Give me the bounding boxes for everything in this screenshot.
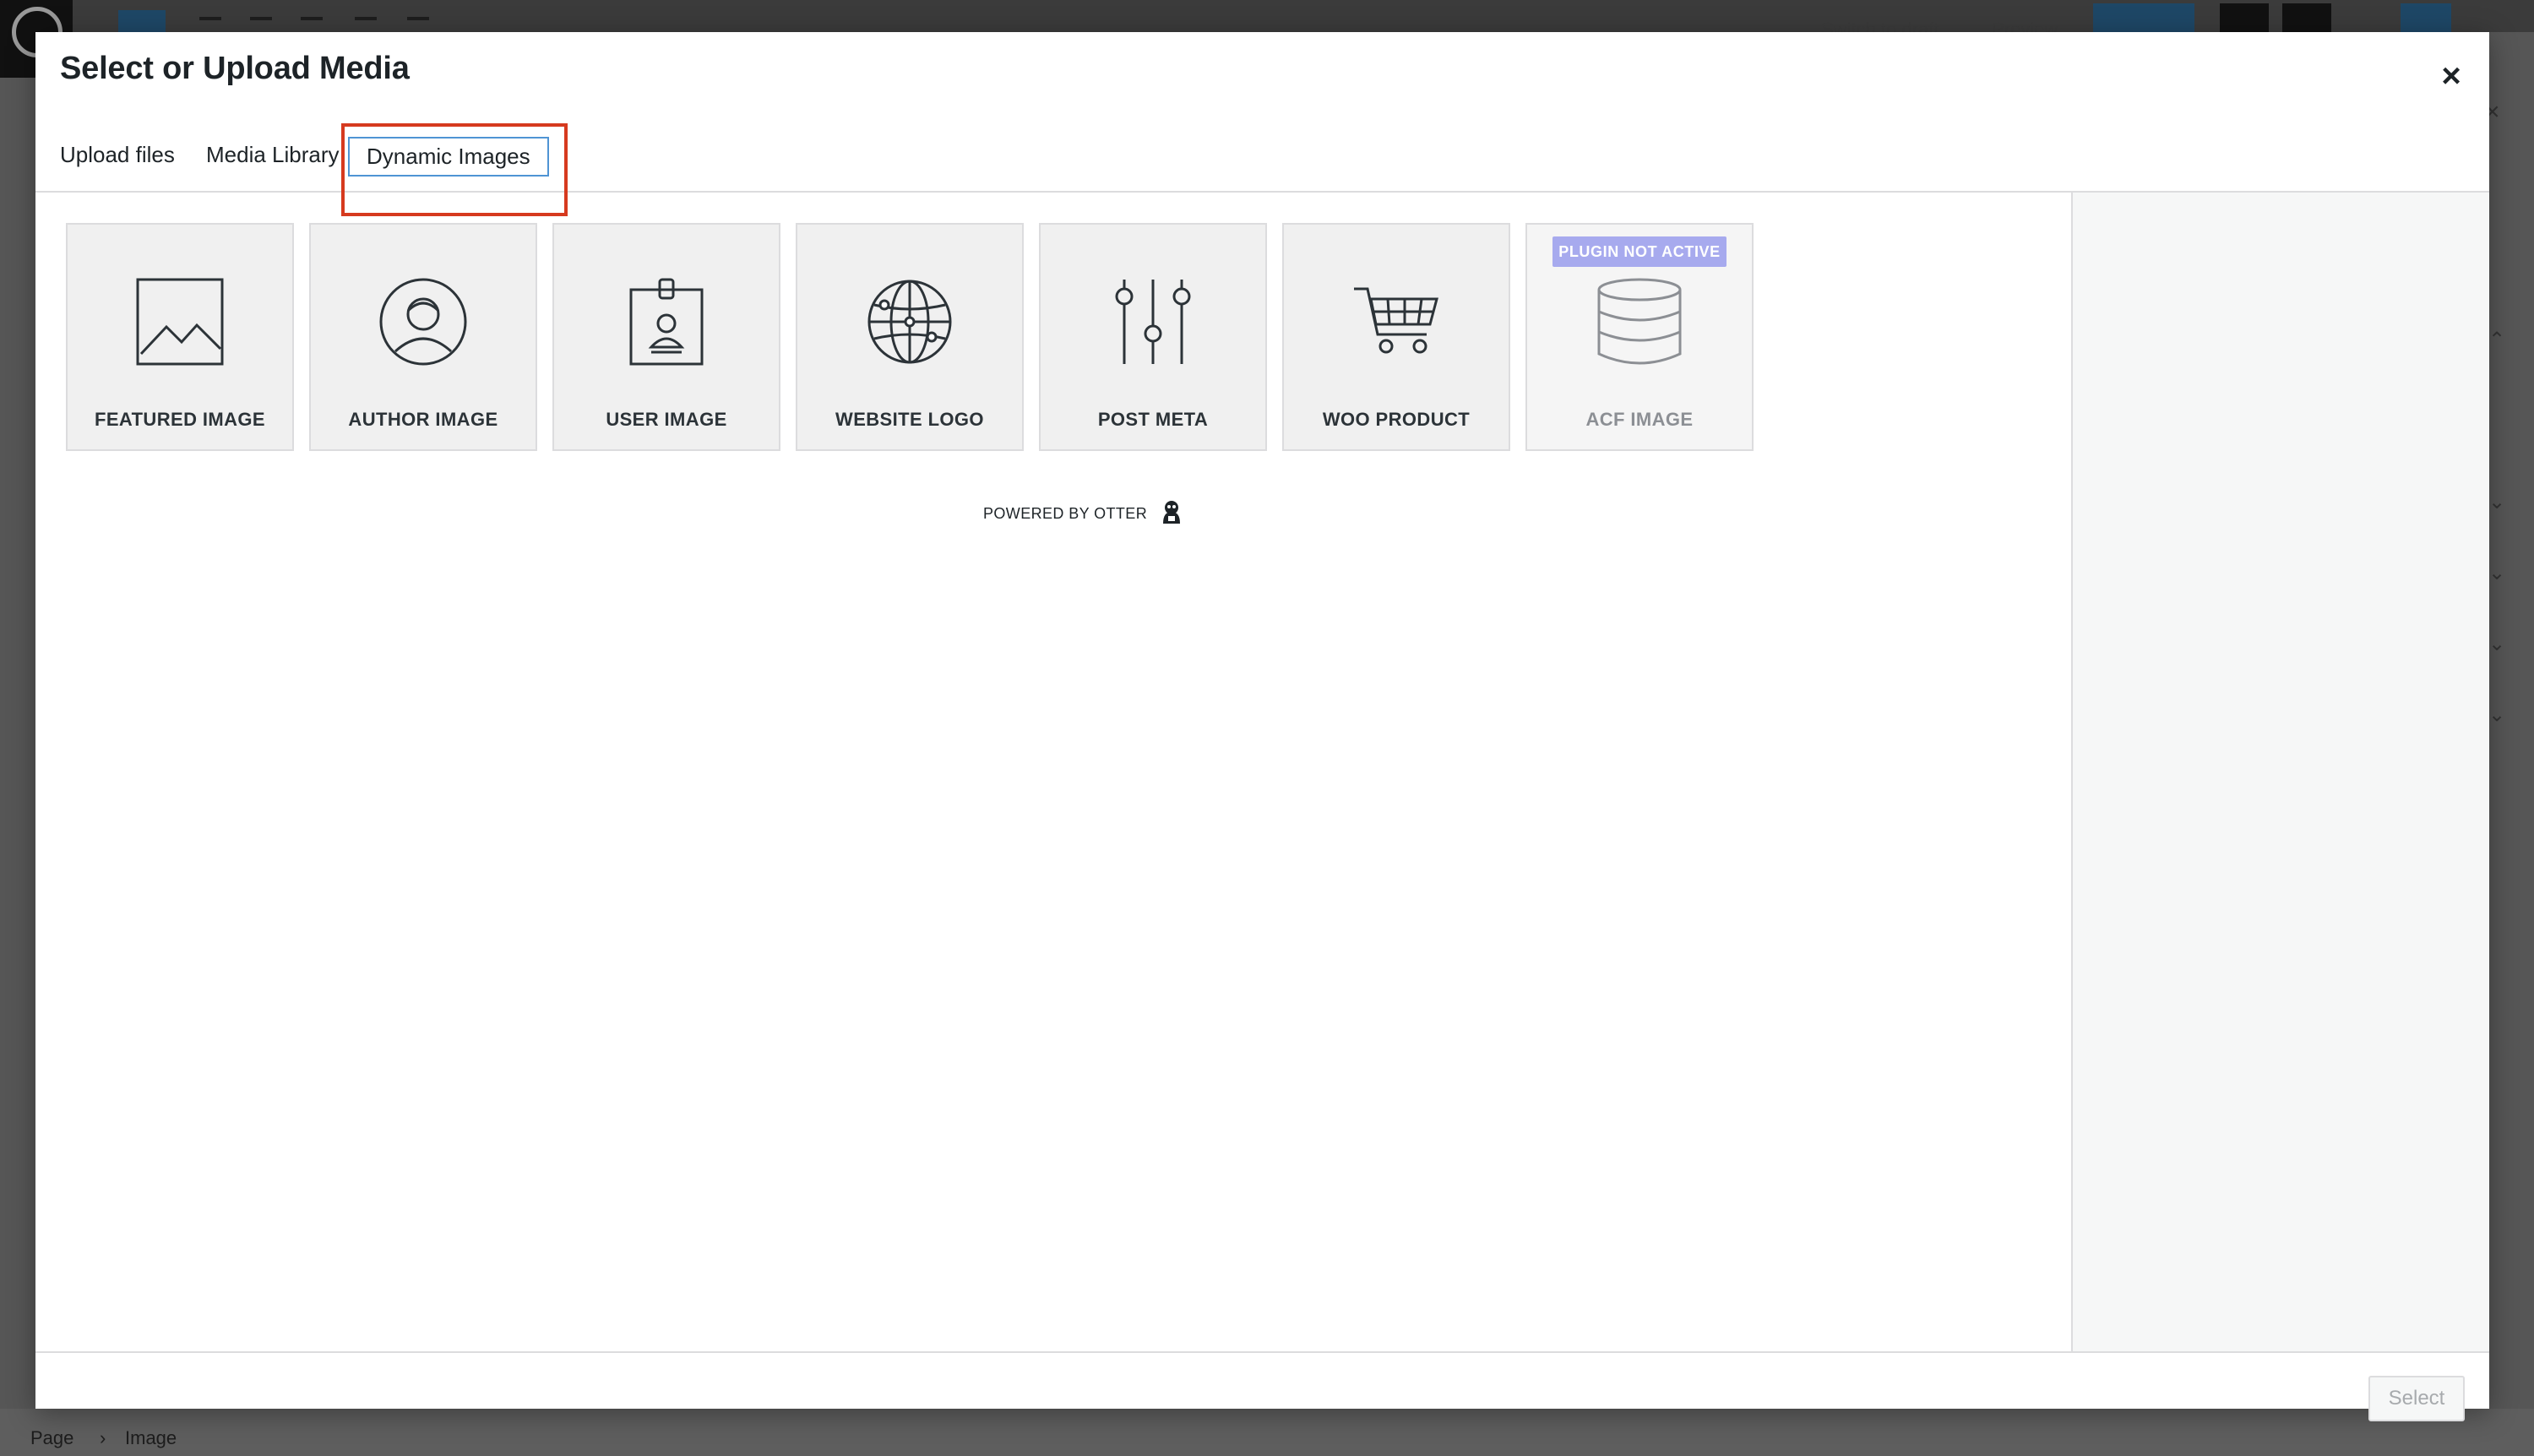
image-icon — [117, 267, 243, 377]
undo-icon[interactable] — [250, 17, 272, 30]
dynamic-image-grid: FEATURED IMAGE AUTHOR IMAGE USER IMAGE W… — [66, 223, 1754, 451]
sliders-icon — [1090, 267, 1216, 377]
chevron-down-icon[interactable]: ⌄ — [2488, 561, 2505, 585]
otter-logo-icon — [1161, 500, 1183, 528]
plugin-icon[interactable] — [2282, 3, 2331, 32]
powered-by-text: POWERED BY OTTER — [983, 505, 1148, 522]
card-author-image[interactable]: AUTHOR IMAGE — [309, 223, 537, 451]
breadcrumb-image[interactable]: Image — [125, 1427, 177, 1449]
card-post-meta[interactable]: POST META — [1039, 223, 1267, 451]
card-label: WEBSITE LOGO — [835, 409, 984, 430]
powered-by-otter: POWERED BY OTTER — [983, 500, 1183, 528]
globe-icon — [846, 267, 973, 377]
info-icon[interactable] — [355, 17, 377, 30]
redo-icon[interactable] — [301, 17, 323, 30]
card-label: ACF IMAGE — [1585, 409, 1694, 430]
list-view-icon[interactable] — [407, 17, 429, 30]
card-woo-product[interactable]: WOO PRODUCT — [1282, 223, 1510, 451]
card-acf-image[interactable]: PLUGIN NOT ACTIVE ACF IMAGE — [1525, 223, 1754, 451]
chevron-up-icon[interactable]: ⌃ — [2488, 328, 2505, 352]
update-button[interactable] — [2093, 3, 2194, 32]
card-featured-image[interactable]: FEATURED IMAGE — [66, 223, 294, 451]
card-label: POST META — [1097, 409, 1209, 430]
editor-footer — [0, 1409, 2534, 1456]
modal-footer: Select — [35, 1351, 2489, 1421]
chevron-down-icon[interactable]: ⌄ — [2488, 632, 2505, 656]
card-user-image[interactable]: USER IMAGE — [552, 223, 780, 451]
chevron-down-icon[interactable]: ⌄ — [2488, 490, 2505, 514]
tab-media-library[interactable]: Media Library — [206, 142, 340, 168]
user-circle-icon — [360, 267, 487, 377]
id-badge-icon — [603, 267, 730, 377]
card-label: FEATURED IMAGE — [95, 409, 265, 430]
card-website-logo[interactable]: WEBSITE LOGO — [796, 223, 1024, 451]
card-label: AUTHOR IMAGE — [348, 409, 498, 430]
modal-title: Select or Upload Media — [60, 51, 410, 86]
tab-dynamic-images[interactable]: Dynamic Images — [348, 137, 549, 177]
tab-upload-files[interactable]: Upload files — [60, 142, 175, 168]
edit-tool-icon[interactable] — [199, 17, 221, 30]
database-icon — [1576, 267, 1703, 377]
card-label: WOO PRODUCT — [1322, 409, 1471, 430]
attachment-details-sidebar — [2071, 193, 2489, 1351]
media-modal: Select or Upload Media × Upload files Me… — [35, 32, 2489, 1421]
breadcrumb-page[interactable]: Page — [30, 1427, 73, 1449]
cart-icon — [1333, 267, 1460, 377]
breadcrumb-separator-icon: › — [100, 1427, 106, 1448]
dynamic-images-panel: FEATURED IMAGE AUTHOR IMAGE USER IMAGE W… — [35, 193, 2071, 1351]
chevron-down-icon[interactable]: ⌄ — [2488, 703, 2505, 727]
select-button[interactable]: Select — [2368, 1376, 2465, 1421]
add-block-button[interactable] — [118, 10, 166, 32]
media-tabs: Upload files Media Library Dynamic Image… — [35, 106, 2489, 216]
plugin-not-active-badge: PLUGIN NOT ACTIVE — [1552, 236, 1726, 267]
settings-icon[interactable] — [2220, 3, 2269, 32]
card-label: USER IMAGE — [606, 409, 727, 430]
close-button[interactable]: × — [2426, 51, 2477, 101]
plugin-n-icon[interactable] — [2401, 3, 2451, 32]
